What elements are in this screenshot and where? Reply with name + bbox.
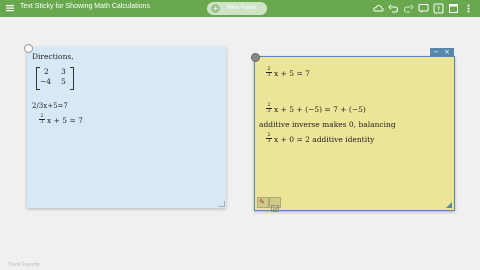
select-handle[interactable] (251, 53, 260, 62)
menu-icon[interactable] (5, 3, 15, 13)
help-icon[interactable]: ? (433, 3, 444, 14)
fraction-denominator: 3 (267, 108, 271, 114)
resize-handle[interactable] (219, 201, 225, 207)
more-icon[interactable] (463, 3, 474, 14)
equation-step-2: x + 5 + (−5) = 7 + (−5) (274, 105, 366, 114)
equation-input-text: 2/3x+5=7 (32, 102, 68, 110)
matrix-cell: 5 (61, 77, 66, 86)
fraction: 2 3 (266, 67, 272, 78)
minimize-icon[interactable]: − (431, 48, 441, 56)
chat-icon[interactable] (418, 3, 429, 14)
directions-text: Directions, (32, 52, 74, 61)
new-panel-button[interactable]: + New Panel (207, 2, 267, 15)
fraction-denominator: 3 (267, 72, 271, 78)
yellow-sticky-note[interactable] (254, 56, 455, 211)
toolbar-icons: ? (373, 3, 474, 14)
matrix: 2 3 −4 5 (36, 67, 74, 90)
app-title: Text Sticky for Showing Math Calculation… (20, 3, 150, 10)
fraction-denominator: 3 (267, 138, 271, 144)
plus-icon: + (211, 4, 220, 13)
matrix-cell: −4 (40, 77, 52, 86)
matrix-cell: 3 (61, 67, 66, 76)
svg-text:?: ? (437, 5, 441, 13)
pen-tool-button[interactable]: ✎ (257, 197, 269, 208)
equation-rendered: x + 5 = 7 (47, 116, 83, 125)
note-header: − × (430, 48, 454, 56)
image-tool-button[interactable] (269, 197, 281, 212)
equation-step-1: x + 5 = 7 (274, 69, 310, 78)
redo-icon[interactable] (403, 3, 414, 14)
new-panel-label: New Panel (227, 5, 257, 11)
fraction: 2 3 (39, 114, 45, 125)
footer-label: Track Favorite (8, 262, 40, 268)
close-icon[interactable]: × (442, 48, 452, 56)
matrix-cell: 2 (44, 67, 49, 76)
top-bar: Text Sticky for Showing Math Calculation… (0, 0, 480, 17)
undo-icon[interactable] (388, 3, 399, 14)
pen-icon: ✎ (259, 198, 265, 206)
resize-handle[interactable] (446, 202, 452, 208)
window-icon[interactable] (448, 3, 459, 14)
equation-step-3: x + 0 = 2 additive identity (274, 135, 375, 144)
matrix-right-bracket (70, 67, 74, 90)
fraction-denominator: 3 (40, 119, 44, 125)
explanation-text: additive inverse makes 0, balancing (259, 120, 396, 129)
fraction: 2 3 (266, 133, 272, 144)
cloud-icon[interactable] (373, 3, 384, 14)
fraction: 2 3 (266, 103, 272, 114)
image-icon (271, 205, 279, 212)
